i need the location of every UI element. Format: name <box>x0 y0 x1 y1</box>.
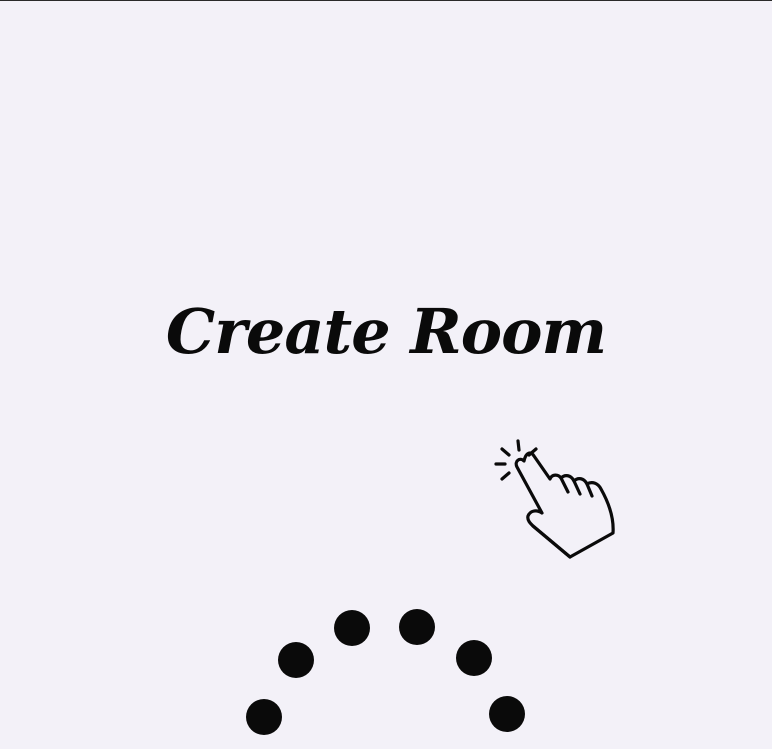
loader-dot <box>334 610 370 646</box>
loader-dot <box>489 696 525 732</box>
loading-spinner-icon <box>246 609 525 735</box>
loader-dot <box>456 640 492 676</box>
loader-dot <box>278 642 314 678</box>
loader-dot <box>399 609 435 645</box>
create-room-title[interactable]: Create Room <box>0 292 772 372</box>
loader-dot <box>246 699 282 735</box>
tap-hand-icon <box>494 439 615 559</box>
